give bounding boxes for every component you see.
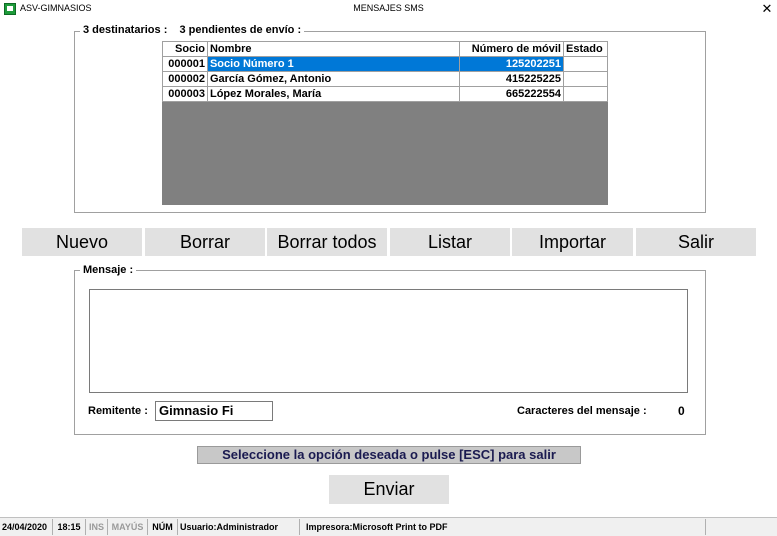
borrar-button[interactable]: Borrar [145, 228, 265, 256]
message-textarea[interactable] [89, 289, 688, 393]
status-num: NÚM [148, 519, 178, 535]
status-time: 18:15 [53, 519, 86, 535]
status-hint: Seleccione la opción deseada o pulse [ES… [197, 446, 581, 464]
cell-nombre[interactable]: Socio Número 1 [206, 56, 461, 72]
cell-estado[interactable] [562, 86, 609, 102]
cell-movil[interactable]: 125202251 [459, 56, 564, 72]
close-icon[interactable]: ✕ [758, 0, 776, 18]
window-title: MENSAJES SMS [353, 3, 424, 13]
salir-button[interactable]: Salir [636, 228, 756, 256]
cell-socio[interactable]: 000002 [162, 71, 208, 87]
listar-button[interactable]: Listar [390, 228, 510, 256]
column-header-movil[interactable]: Número de móvil [459, 41, 564, 57]
cell-nombre[interactable]: García Gómez, Antonio [206, 71, 461, 87]
cell-socio[interactable]: 000003 [162, 86, 208, 102]
nuevo-button[interactable]: Nuevo [22, 228, 142, 256]
char-count-value: 0 [678, 404, 685, 418]
char-count-label: Caracteres del mensaje : [517, 405, 647, 417]
column-header-socio[interactable]: Socio [162, 41, 208, 57]
borrar-todos-button[interactable]: Borrar todos [267, 228, 387, 256]
status-bar: 24/04/2020 18:15 INS MAYÚS NÚM Usuario:A… [0, 517, 777, 536]
sender-input[interactable]: Gimnasio Fi [155, 401, 273, 421]
status-caps: MAYÚS [108, 519, 148, 535]
recipients-count: 3 destinatarios : [83, 24, 168, 36]
pending-count: 3 pendientes de envío : [179, 24, 302, 36]
column-header-estado[interactable]: Estado [562, 41, 609, 57]
table-row[interactable]: 000002 García Gómez, Antonio 415225225 [162, 71, 609, 87]
recipients-legend: 3 destinatarios : 3 pendientes de envío … [80, 24, 305, 36]
table-header: Socio Nombre Número de móvil Estado [162, 41, 609, 57]
column-header-nombre[interactable]: Nombre [206, 41, 461, 57]
cell-socio[interactable]: 000001 [162, 56, 208, 72]
cell-estado[interactable] [562, 71, 609, 87]
recipients-table: Socio Nombre Número de móvil Estado 0000… [162, 41, 609, 102]
importar-button[interactable]: Importar [512, 228, 633, 256]
sender-label: Remitente : [88, 405, 148, 417]
cell-estado[interactable] [562, 56, 609, 72]
status-user: Usuario:Administrador [178, 519, 300, 535]
table-row[interactable]: 000001 Socio Número 1 125202251 [162, 56, 609, 72]
status-ins: INS [86, 519, 108, 535]
cell-nombre[interactable]: López Morales, María [206, 86, 461, 102]
cell-movil[interactable]: 665222554 [459, 86, 564, 102]
message-legend: Mensaje : [80, 264, 137, 276]
status-date: 24/04/2020 [0, 519, 53, 535]
cell-movil[interactable]: 415225225 [459, 71, 564, 87]
recipients-grid[interactable]: Socio Nombre Número de móvil Estado 0000… [162, 41, 609, 205]
status-printer: Impresora:Microsoft Print to PDF [304, 519, 706, 535]
enviar-button[interactable]: Enviar [329, 475, 449, 504]
table-row[interactable]: 000003 López Morales, María 665222554 [162, 86, 609, 102]
